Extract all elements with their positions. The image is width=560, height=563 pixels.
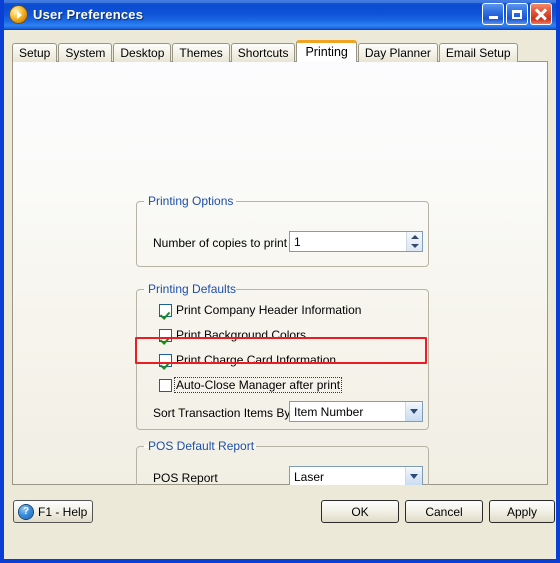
- ok-button[interactable]: OK: [321, 500, 399, 523]
- close-icon: [534, 7, 548, 21]
- apply-button[interactable]: Apply: [489, 500, 555, 523]
- minimize-button[interactable]: [482, 3, 504, 25]
- checkbox-label: Print Company Header Information: [176, 303, 362, 317]
- tab-setup[interactable]: Setup: [12, 43, 58, 62]
- title-bar[interactable]: User Preferences: [4, 0, 556, 30]
- checkbox-icon[interactable]: [159, 303, 172, 317]
- stepper-arrows[interactable]: [406, 232, 422, 251]
- orange-play-circle-icon: [10, 6, 27, 23]
- number-of-copies-stepper[interactable]: 1: [289, 231, 423, 252]
- tab-desktop[interactable]: Desktop: [113, 43, 172, 62]
- tab-label: Day Planner: [364, 46, 431, 60]
- dialog-footer: ? F1 - Help OK Cancel Apply: [4, 485, 556, 559]
- sort-transaction-items-dropdown[interactable]: Item Number: [289, 401, 423, 422]
- f1-help-button[interactable]: ? F1 - Help: [13, 500, 93, 523]
- tab-label: Setup: [19, 46, 51, 60]
- maximize-button[interactable]: [506, 3, 528, 25]
- window-title: User Preferences: [33, 7, 144, 22]
- tab-label: Email Setup: [445, 46, 511, 60]
- tab-label: Themes: [179, 46, 223, 60]
- tab-strip: Setup System Desktop Themes Shortcuts Pr…: [12, 40, 519, 62]
- checkbox-print-background-colors[interactable]: Print Background Colors: [159, 328, 306, 342]
- window-controls: [482, 3, 552, 25]
- tab-label: Desktop: [120, 46, 165, 60]
- ok-label: OK: [351, 504, 369, 519]
- checkbox-auto-close-manager[interactable]: Auto-Close Manager after print: [159, 377, 343, 393]
- checkbox-icon[interactable]: [159, 378, 172, 392]
- user-preferences-window: User Preferences Setup System Desktop Th…: [0, 0, 560, 563]
- number-of-copies-value[interactable]: 1: [290, 232, 406, 251]
- tab-email-setup[interactable]: Email Setup: [438, 43, 518, 62]
- checkbox-icon[interactable]: [159, 353, 172, 367]
- tab-printing[interactable]: Printing: [296, 40, 357, 62]
- pos-report-value: Laser: [294, 469, 325, 484]
- checkbox-print-charge-card-info[interactable]: Print Charge Card Information: [159, 353, 336, 367]
- pos-report-dropdown[interactable]: Laser: [289, 466, 423, 487]
- close-button[interactable]: [530, 3, 552, 25]
- arrow-down-icon: [410, 244, 419, 249]
- dropdown-button[interactable]: [405, 467, 422, 486]
- tab-themes[interactable]: Themes: [172, 43, 230, 62]
- tab-label: Printing: [305, 45, 348, 60]
- cancel-button[interactable]: Cancel: [405, 500, 483, 523]
- sort-transaction-items-label: Sort Transaction Items By: [153, 406, 291, 420]
- printing-options-legend: Printing Options: [148, 194, 234, 208]
- printing-defaults-group: Printing Defaults Print Company Header I…: [136, 282, 429, 430]
- stepper-up-button[interactable]: [407, 232, 422, 242]
- printing-defaults-legend: Printing Defaults: [148, 282, 237, 296]
- tab-label: System: [65, 46, 106, 60]
- checkbox-label: Print Charge Card Information: [176, 353, 337, 367]
- help-question-icon: ?: [19, 504, 33, 519]
- stepper-down-button[interactable]: [407, 242, 422, 252]
- number-of-copies-label: Number of copies to print: [153, 236, 288, 250]
- f1-help-label: F1 - Help: [38, 504, 88, 519]
- checkbox-icon[interactable]: [159, 328, 172, 342]
- dropdown-button[interactable]: [405, 402, 422, 421]
- printing-options-group: Printing Options Number of copies to pri…: [136, 194, 429, 267]
- pos-report-label: POS Report: [153, 471, 218, 485]
- chevron-down-icon: [410, 474, 418, 479]
- tab-day-planner[interactable]: Day Planner: [357, 43, 438, 62]
- arrow-up-icon: [410, 234, 419, 239]
- maximize-icon: [512, 9, 522, 19]
- chevron-down-icon: [410, 409, 418, 414]
- pos-default-report-legend: POS Default Report: [148, 439, 255, 453]
- sort-transaction-items-value: Item Number: [294, 404, 364, 419]
- printing-tab-panel: Printing Options Number of copies to pri…: [12, 61, 548, 506]
- minimize-icon: [488, 16, 498, 19]
- checkbox-label: Print Background Colors: [176, 328, 307, 342]
- checkbox-label: Auto-Close Manager after print: [173, 377, 343, 393]
- tab-shortcuts[interactable]: Shortcuts: [230, 43, 296, 62]
- tab-label: Shortcuts: [237, 46, 289, 60]
- checkbox-print-company-header[interactable]: Print Company Header Information: [159, 303, 361, 317]
- tab-system[interactable]: System: [58, 43, 113, 62]
- apply-label: Apply: [506, 504, 538, 519]
- cancel-label: Cancel: [425, 504, 463, 519]
